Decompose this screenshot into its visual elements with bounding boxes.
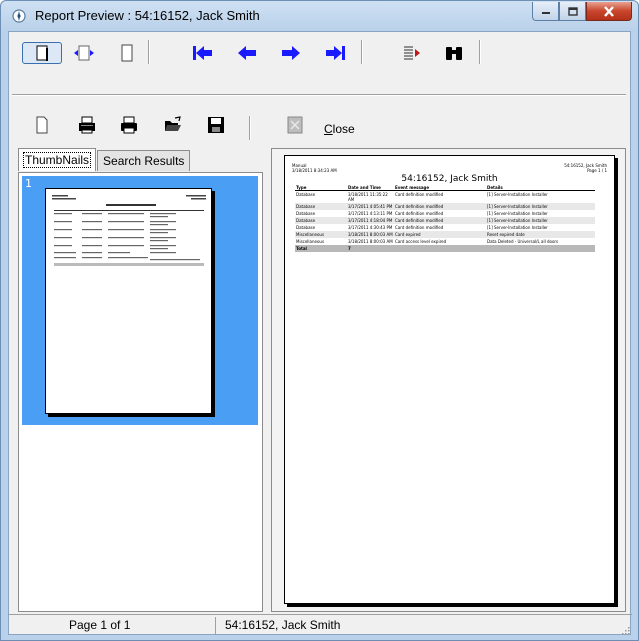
previous-page-button[interactable] (234, 42, 260, 64)
arrow-right-icon (282, 46, 300, 60)
status-report-name: 54:16152, Jack Smith (225, 618, 341, 632)
status-bar: Page 1 of 1 54:16152, Jack Smith (9, 614, 632, 637)
arrow-left-icon (238, 46, 256, 60)
resize-grip-icon[interactable] (620, 625, 630, 635)
next-page-button[interactable] (278, 42, 304, 64)
open-button[interactable] (161, 114, 185, 136)
page-header-left: Manual 3/18/2011 8:34:23 AM (292, 163, 337, 173)
save-button[interactable] (204, 114, 228, 136)
header-page-number: Page 1 / 1 (587, 168, 607, 173)
page-header-right: 54:16152, Jack Smith Page 1 / 1 (564, 163, 607, 173)
client-area: Close ThumbNails Search Results 1 Manual… (8, 31, 632, 637)
print-button[interactable] (117, 114, 141, 136)
table-row: Database 3/17/2011 4:05:41 PM Card definit… (295, 203, 595, 210)
last-page-icon (326, 46, 345, 60)
report-preview-window: Report Preview : 54:16152, Jack Smith Cl… (0, 0, 639, 641)
find-button[interactable] (441, 42, 467, 64)
first-page-icon (193, 46, 212, 60)
window-title: Report Preview : 54:16152, Jack Smith (35, 8, 260, 23)
close-label-rest: lose (332, 122, 355, 136)
close-icon (604, 5, 614, 17)
app-icon (12, 9, 26, 23)
export-button[interactable] (283, 114, 307, 136)
title-bar[interactable]: Report Preview : 54:16152, Jack Smith (1, 1, 638, 31)
export-icon (287, 116, 303, 134)
goto-page-icon (404, 46, 420, 60)
table-row: Database 3/17/2011 4:18:04 PM Card definit… (295, 217, 595, 224)
single-page-icon (36, 45, 48, 61)
print-setup-button[interactable] (75, 114, 99, 136)
first-page-button[interactable] (190, 42, 216, 64)
tab-search-results[interactable]: Search Results (97, 150, 191, 171)
close-mnemonic: C (324, 122, 333, 136)
table-row: Database 3/17/2011 4:13:11 PM Card definit… (296, 211, 548, 216)
maximize-button[interactable] (559, 2, 586, 21)
thumbnail-number: 1 (25, 177, 32, 190)
binoculars-icon (446, 47, 462, 60)
whole-page-icon (121, 44, 133, 62)
header-timestamp: 3/18/2011 8:34:23 AM (292, 168, 337, 173)
maximize-icon (567, 6, 578, 16)
total-row: Total 7 (295, 245, 595, 252)
navigation-toolbar (9, 32, 630, 66)
new-button[interactable] (32, 114, 52, 136)
report-title: 54:16152, Jack Smith (401, 174, 498, 184)
last-page-button[interactable] (322, 42, 348, 64)
thumbnail-page[interactable] (45, 188, 212, 414)
whole-page-button[interactable] (115, 42, 139, 64)
page-width-icon (74, 45, 94, 61)
printer-setup-icon (79, 116, 95, 134)
table-row: Database 3/18/2011 11:35:22 AM Card defini… (296, 192, 548, 202)
blank-page-icon (36, 116, 48, 134)
thumbnail-page-content (52, 195, 206, 266)
minimize-icon (541, 12, 550, 14)
report-table: Type Date and Time Event message Details… (295, 185, 595, 252)
open-folder-icon (165, 116, 181, 131)
file-toolbar (9, 102, 630, 140)
preview-pane[interactable]: Manual 3/18/2011 8:34:23 AM 54:16152, Ja… (271, 148, 626, 612)
page-width-button[interactable] (71, 42, 97, 64)
status-page-indicator: Page 1 of 1 (69, 618, 131, 632)
minimize-button[interactable] (532, 2, 559, 21)
table-row: Miscellaneous 3/18/2011 8:00:03 AM Card ex… (295, 231, 595, 238)
floppy-disk-icon (208, 117, 224, 133)
report-page: Manual 3/18/2011 8:34:23 AM 54:16152, Ja… (284, 155, 615, 604)
table-row: Miscellaneous 3/18/2011 8:00:03 AM Card ac… (296, 239, 559, 244)
left-pane: ThumbNails Search Results 1 (18, 148, 263, 612)
tab-thumbnails[interactable]: ThumbNails (18, 148, 97, 171)
close-button[interactable]: Close (324, 122, 355, 136)
thumbnails-panel: 1 (18, 172, 263, 612)
printer-icon (121, 116, 137, 134)
goto-page-button[interactable] (399, 42, 425, 64)
thumbnail-item[interactable]: 1 (22, 176, 258, 425)
table-row: Database 3/17/2011 4:30:43 PM Card definit… (296, 225, 548, 230)
toolbar-separator (12, 94, 626, 96)
single-page-button[interactable] (22, 42, 62, 64)
close-window-button[interactable] (586, 2, 632, 21)
